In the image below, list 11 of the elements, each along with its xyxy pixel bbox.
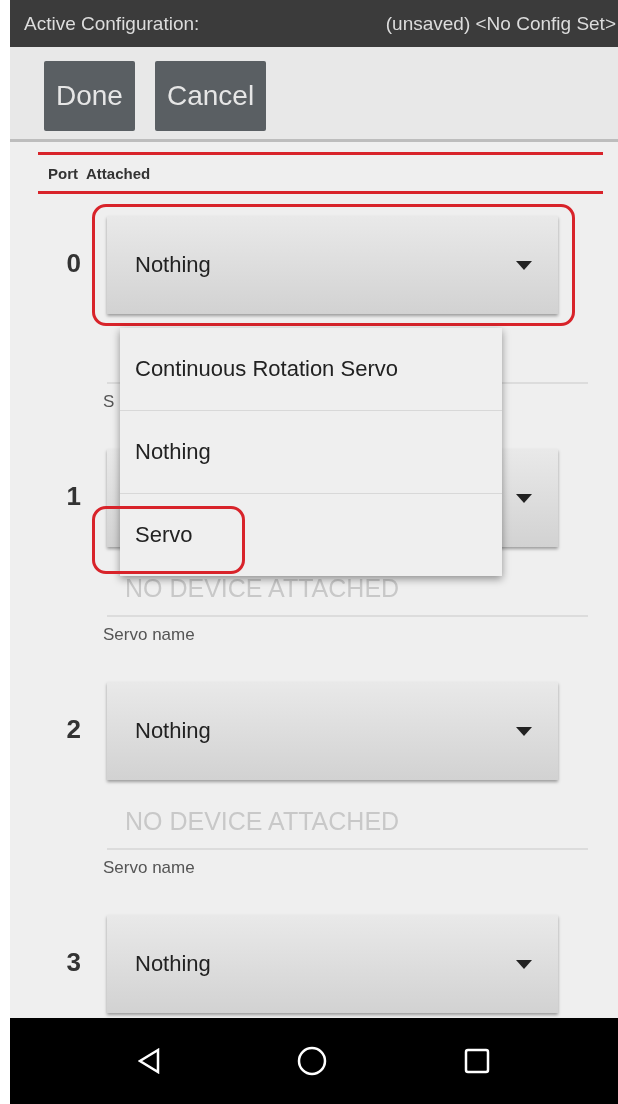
port-number: 1 (65, 480, 82, 512)
field-label: Servo name (103, 625, 195, 645)
column-header: Port (48, 164, 78, 182)
field-label: Servo name (103, 858, 195, 878)
field-label: S (103, 392, 115, 412)
config-label: Active Configuration: (24, 12, 200, 35)
port-number: 3 (65, 946, 82, 978)
config-value: (unsaved) <No Config Set> (385, 12, 616, 35)
port-number: 0 (65, 247, 82, 279)
column-header: Attached (86, 164, 151, 182)
port-number: 2 (65, 713, 82, 745)
